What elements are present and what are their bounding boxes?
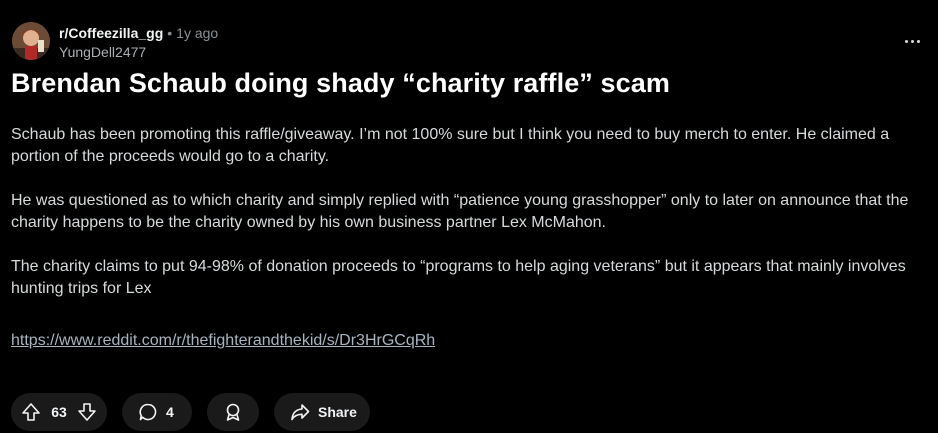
post-author[interactable]: YungDell2477 — [59, 44, 146, 60]
vote-score: 63 — [51, 404, 67, 420]
speech-bubble-icon — [138, 402, 158, 422]
award-button[interactable] — [207, 393, 259, 431]
body-paragraph: He was questioned as to which charity an… — [11, 192, 909, 231]
separator-dot: • — [167, 25, 173, 41]
body-paragraph: The charity claims to put 94-98% of dona… — [11, 258, 906, 297]
post-title[interactable]: Brendan Schaub doing shady “charity raff… — [11, 68, 911, 99]
share-button[interactable]: Share — [274, 393, 370, 431]
share-label: Share — [318, 404, 357, 420]
ellipsis-icon[interactable] — [900, 34, 924, 48]
subreddit-name[interactable]: r/Coffeezilla_gg — [59, 25, 163, 41]
action-bar: 63 4 Share — [11, 393, 370, 431]
vote-control: 63 — [11, 393, 107, 431]
arrow-down-icon[interactable] — [77, 402, 97, 422]
post-body: Schaub has been promoting this raffle/gi… — [11, 124, 916, 374]
more-dot — [916, 39, 920, 43]
comments-button[interactable]: 4 — [122, 393, 192, 431]
body-paragraph: Schaub has been promoting this raffle/gi… — [11, 126, 890, 165]
subreddit-line: r/Coffeezilla_gg • 1y ago — [59, 25, 218, 41]
subreddit-avatar[interactable] — [12, 22, 50, 60]
comment-count: 4 — [166, 404, 174, 420]
more-dot — [910, 39, 914, 43]
more-dot — [904, 39, 908, 43]
post-header: r/Coffeezilla_gg • 1y ago YungDell2477 — [12, 18, 912, 62]
share-arrow-icon — [290, 402, 310, 422]
post-time: 1y ago — [176, 25, 219, 41]
award-ribbon-icon — [223, 402, 243, 422]
arrow-up-icon[interactable] — [21, 402, 41, 422]
post-link[interactable]: https://www.reddit.com/r/thefighterandth… — [11, 332, 435, 349]
